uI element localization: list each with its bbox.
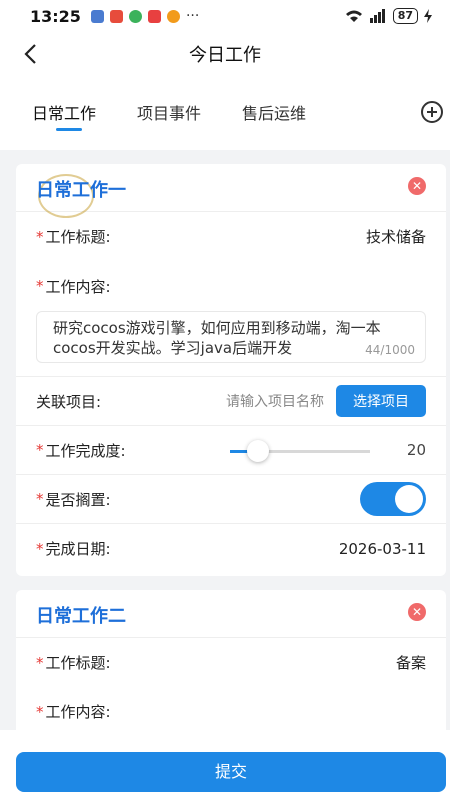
battery-indicator: 87 [392,8,418,24]
delete-card-button[interactable]: ✕ [408,177,426,195]
submit-area: 提交 [0,730,450,800]
required-mark: * [36,227,44,246]
signal-icon [369,9,385,23]
work-title-row: * 工作标题: 备案 [16,638,446,687]
completion-date-label: 完成日期: [45,540,111,558]
work-content-text: 研究cocos游戏引擎，如何应用到移动端，淘一本cocos开发实战。学习java… [53,319,381,357]
tab-bar: 日常工作 项目事件 售后运维 [0,76,450,150]
work-title-value[interactable]: 技术储备 [366,226,426,247]
shelved-toggle[interactable] [360,482,426,516]
work-content-label: 工作内容: [45,277,111,296]
wifi-icon [345,10,362,22]
work-content-row: * 工作内容: [16,687,446,736]
related-project-row: 关联项目: 请输入项目名称 选择项目 [16,377,446,426]
work-title-label: 工作标题: [45,654,111,672]
nav-bar: 今日工作 [0,32,450,76]
shelved-row: * 是否搁置: [16,475,446,524]
browser-notification-icon [128,9,142,23]
work-title-row: * 工作标题: 技术储备 [16,212,446,261]
progress-label: 工作完成度: [45,441,126,460]
progress-slider[interactable] [230,440,370,462]
delete-card-button[interactable]: ✕ [408,603,426,621]
tab-project-events[interactable]: 项目事件 [137,100,201,124]
work-card-1: 日常工作一 ✕ * 工作标题: 技术储备 * 工作内容: 研究cocos游戏引擎… [16,164,446,576]
status-time: 13:25 [30,6,81,26]
completion-date-row: * 完成日期: 2026-03-11 [16,524,446,573]
shelved-label: 是否搁置: [45,490,111,509]
required-mark: * [36,539,44,558]
required-mark: * [36,441,44,459]
work-content-textarea[interactable]: 研究cocos游戏引擎，如何应用到移动端，淘一本cocos开发实战。学习java… [36,311,426,363]
back-button[interactable] [16,40,44,68]
app-notification-icon [90,9,104,23]
status-bar: 13:25 ··· 87 [0,0,450,32]
required-mark: * [36,653,44,672]
required-mark: * [36,490,44,508]
active-tab-indicator [56,128,82,131]
progress-row: * 工作完成度: 20 [16,426,446,475]
page-title: 今日工作 [189,45,261,66]
tab-daily-work[interactable]: 日常工作 [32,100,96,124]
submit-button[interactable]: 提交 [16,752,446,792]
card-title: 日常工作一 [36,180,126,201]
work-content-label: 工作内容: [45,703,111,721]
notification-icons [90,9,180,23]
slider-thumb[interactable] [247,440,269,462]
work-title-label: 工作标题: [45,228,111,246]
required-mark: * [36,277,44,295]
char-counter: 44/1000 [365,340,415,360]
message-notification-icon [147,9,161,23]
work-content-row: * 工作内容: [16,261,446,311]
card-title: 日常工作二 [36,606,126,627]
mail-notification-icon [109,9,123,23]
toggle-knob [395,485,423,513]
tab-after-sales[interactable]: 售后运维 [242,100,306,124]
add-circle-icon[interactable] [420,100,444,124]
work-title-value[interactable]: 备案 [396,652,426,673]
progress-value: 20 [406,441,426,459]
related-project-label: 关联项目: [36,392,102,411]
card-header: 日常工作二 ✕ [16,590,446,638]
card-header: 日常工作一 ✕ [16,164,446,218]
completion-date-value[interactable]: 2026-03-11 [339,540,426,558]
chevron-left-icon [24,44,36,64]
required-mark: * [36,702,44,721]
charging-icon [424,9,432,23]
weibo-notification-icon [166,9,180,23]
select-project-button[interactable]: 选择项目 [336,385,426,417]
project-name-input[interactable]: 请输入项目名称 [226,391,324,411]
work-card-2: 日常工作二 ✕ * 工作标题: 备案 * 工作内容: [16,590,446,740]
more-notifications: ··· [185,8,200,24]
